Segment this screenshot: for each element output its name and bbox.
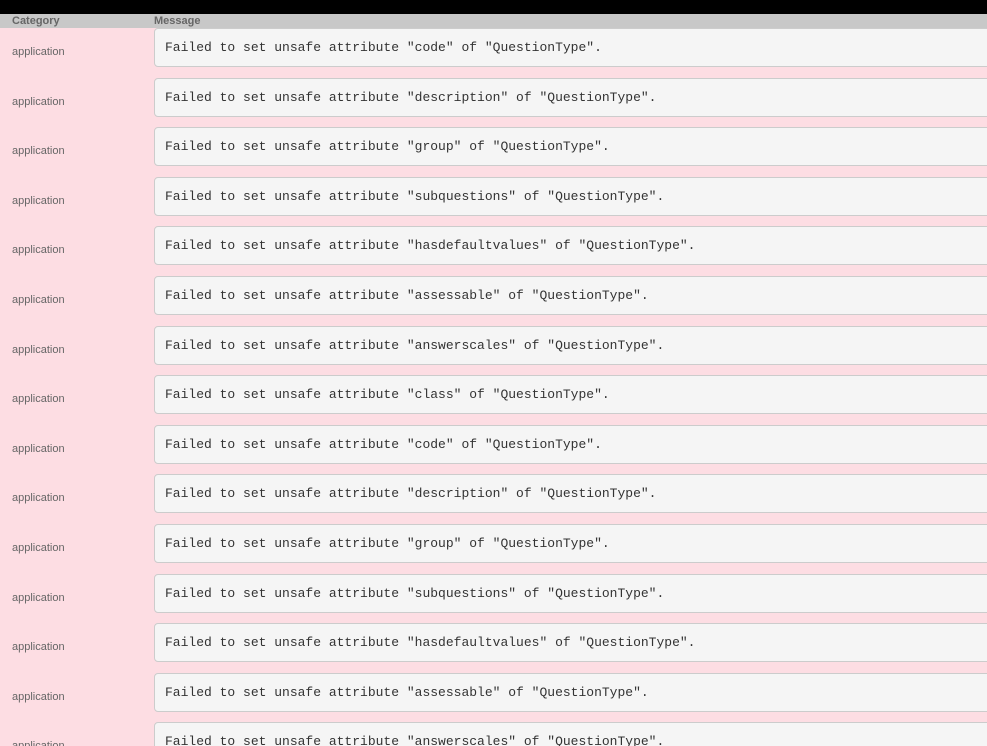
table-row: application Failed to set unsafe attribut… (0, 474, 987, 524)
message-cell[interactable]: Failed to set unsafe attribute "group" o… (154, 523, 987, 563)
category-cell: application (12, 293, 65, 306)
table-row: application Failed to set unsafe attribut… (0, 623, 987, 673)
category-cell: application (12, 46, 65, 58)
category-cell: application (12, 641, 65, 654)
table-row: application Failed to set unsafe attribut… (0, 77, 987, 128)
category-cell: application (12, 492, 65, 505)
table-row: application Failed to set unsafe attribut… (0, 722, 987, 746)
column-header-category[interactable]: Category (12, 15, 60, 27)
message-cell[interactable]: Failed to set unsafe attribute "hasdefau… (154, 623, 987, 663)
message-cell[interactable]: Failed to set unsafe attribute "group" o… (154, 127, 987, 167)
category-cell: application (12, 442, 65, 455)
category-cell: application (12, 194, 65, 207)
category-cell: application (12, 95, 65, 108)
message-cell[interactable]: Failed to set unsafe attribute "code" of… (154, 28, 987, 67)
message-cell[interactable]: Failed to set unsafe attribute "assessab… (154, 275, 987, 315)
message-cell[interactable]: Failed to set unsafe attribute "assessab… (154, 672, 987, 712)
table-row: application Failed to set unsafe attribut… (0, 275, 987, 326)
message-cell[interactable]: Failed to set unsafe attribute "class" o… (154, 375, 987, 415)
message-cell[interactable]: Failed to set unsafe attribute "descript… (154, 77, 987, 117)
message-cell[interactable]: Failed to set unsafe attribute "subquest… (154, 573, 987, 613)
category-cell: application (12, 690, 65, 703)
table-row: application Failed to set unsafe attribut… (0, 424, 987, 475)
category-cell: application (12, 343, 65, 356)
message-cell[interactable]: Failed to set unsafe attribute "answersc… (154, 325, 987, 365)
table-row: application Failed to set unsafe attribut… (0, 127, 987, 177)
table-row: application Failed to set unsafe attribut… (0, 28, 987, 78)
table-row: application Failed to set unsafe attribut… (0, 226, 987, 276)
table-row: application Failed to set unsafe attribut… (0, 375, 987, 425)
table-header: Category Message (0, 14, 987, 28)
message-cell[interactable]: Failed to set unsafe attribute "subquest… (154, 176, 987, 216)
category-cell: application (12, 541, 65, 554)
table-row: application Failed to set unsafe attribut… (0, 573, 987, 624)
table-row: application Failed to set unsafe attribut… (0, 176, 987, 227)
category-cell: application (12, 393, 65, 406)
category-cell: application (12, 145, 65, 158)
table-row: application Failed to set unsafe attribut… (0, 523, 987, 574)
message-cell[interactable]: Failed to set unsafe attribute "code" of… (154, 424, 987, 464)
table-row: application Failed to set unsafe attribut… (0, 672, 987, 723)
category-cell: application (12, 740, 65, 746)
column-header-message[interactable]: Message (154, 15, 200, 27)
table-row: application Failed to set unsafe attribut… (0, 325, 987, 376)
top-bar (0, 0, 987, 14)
message-cell[interactable]: Failed to set unsafe attribute "hasdefau… (154, 226, 987, 266)
category-cell: application (12, 591, 65, 604)
category-cell: application (12, 244, 65, 257)
message-cell[interactable]: Failed to set unsafe attribute "descript… (154, 474, 987, 514)
message-cell[interactable]: Failed to set unsafe attribute "answersc… (154, 722, 987, 746)
log-table: application Failed to set unsafe attribut… (0, 28, 987, 746)
